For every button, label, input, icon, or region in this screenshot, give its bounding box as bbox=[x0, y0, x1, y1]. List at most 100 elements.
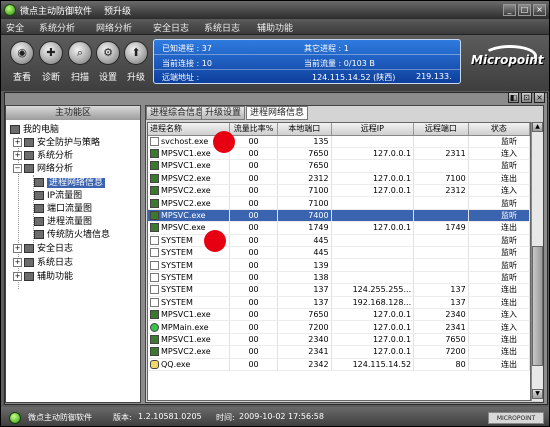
cell-remote-port: 2340 bbox=[413, 308, 469, 322]
menu-network-analysis[interactable]: 网络分析 bbox=[96, 21, 132, 34]
table-row[interactable]: MPSVC.exe 00 7400 监听 bbox=[148, 209, 530, 223]
tree-node-process-traffic[interactable]: 进程流量图 bbox=[34, 217, 92, 228]
traffic-ratio-text: 00 bbox=[248, 334, 259, 344]
upgrade-icon: ⬆ bbox=[124, 41, 148, 65]
expand-plus-icon[interactable]: + bbox=[13, 272, 22, 281]
scan-icon: ⌕ bbox=[68, 41, 92, 65]
remote-port-text: 2341 bbox=[445, 322, 466, 332]
scroll-down-icon[interactable]: ▼ bbox=[532, 389, 543, 399]
table-row[interactable]: SYSTEM 00 137 124.255.255... 137 连出 bbox=[148, 283, 530, 297]
tab-upgrade-settings[interactable]: 升级设置 bbox=[201, 106, 246, 120]
cell-remote-port bbox=[413, 258, 469, 272]
mpsvc-process-icon bbox=[150, 186, 159, 196]
table-row[interactable]: MPSVC2.exe 00 7100 127.0.0.1 2312 连入 bbox=[148, 184, 530, 198]
cell-status: 监听 bbox=[468, 258, 530, 272]
expand-plus-icon[interactable]: + bbox=[13, 138, 22, 147]
maximize-panel-icon[interactable]: ⊡ bbox=[521, 92, 532, 103]
cell-traffic-ratio: 00 bbox=[229, 345, 278, 359]
menu-system-analysis[interactable]: 系统分析 bbox=[39, 21, 75, 34]
table-row[interactable]: SYSTEM 00 139 监听 bbox=[148, 258, 530, 272]
scroll-up-icon[interactable]: ▲ bbox=[532, 122, 543, 132]
network-icon bbox=[24, 164, 34, 173]
tree-node-firewall-info[interactable]: 传统防火墙信息 bbox=[34, 230, 110, 241]
table-row[interactable]: MPSVC.exe 00 1749 127.0.0.1 1749 连出 bbox=[148, 221, 530, 235]
scroll-thumb[interactable] bbox=[532, 246, 543, 366]
minimize-button[interactable]: _ bbox=[503, 4, 516, 16]
table-row[interactable]: svchost.exe 00 135 监听 bbox=[148, 135, 530, 148]
status-text: 连出 bbox=[501, 347, 517, 357]
expand-plus-icon[interactable]: + bbox=[13, 151, 22, 160]
cell-remote-ip bbox=[331, 258, 415, 272]
table-row[interactable]: MPSVC1.exe 00 7650 127.0.0.1 2340 连入 bbox=[148, 308, 530, 322]
cell-local-port: 7650 bbox=[277, 308, 332, 322]
restore-panel-icon[interactable]: ◧ bbox=[508, 92, 519, 103]
menu-system-log[interactable]: 系统日志 bbox=[204, 21, 240, 34]
chart-icon bbox=[34, 191, 44, 200]
table-row[interactable]: MPSVC2.exe 00 2312 127.0.0.1 7100 连出 bbox=[148, 172, 530, 186]
process-name-text: MPSVC2.exe bbox=[161, 186, 211, 196]
expand-plus-icon[interactable]: + bbox=[13, 244, 22, 253]
tree-node-security-log[interactable]: + 安全日志 bbox=[13, 244, 73, 255]
pre-upgrade-link[interactable]: 预升级 bbox=[104, 4, 131, 17]
table-row[interactable]: SYSTEM 00 137 192.168.128... 137 连出 bbox=[148, 296, 530, 309]
cell-remote-port bbox=[413, 196, 469, 210]
table-row[interactable]: MPSVC2.exe 00 7100 监听 bbox=[148, 196, 530, 210]
expand-plus-icon[interactable]: + bbox=[13, 258, 22, 267]
cell-remote-port: 137 bbox=[413, 283, 469, 297]
status-text: 监听 bbox=[501, 272, 517, 282]
col-header-remote-ip[interactable]: 远程IP bbox=[331, 123, 415, 136]
mpmain-process-icon bbox=[150, 322, 159, 332]
cell-local-port: 7100 bbox=[277, 196, 332, 210]
col-header-local-port[interactable]: 本地端口 bbox=[277, 123, 332, 136]
table-row[interactable]: SYSTEM 00 445 监听 bbox=[148, 246, 530, 260]
menu-security-log[interactable]: 安全日志 bbox=[153, 21, 189, 34]
close-panel-icon[interactable]: × bbox=[534, 92, 545, 103]
table-row[interactable]: MPMain.exe 00 7200 127.0.0.1 2341 连入 bbox=[148, 320, 530, 334]
remote-address-value: 124.115.14.52 (陕西) bbox=[312, 73, 396, 82]
tree-node-port-traffic[interactable]: 端口流量图 bbox=[34, 204, 92, 215]
status-text: 监听 bbox=[501, 198, 517, 208]
mpsvc-process-icon bbox=[150, 149, 159, 159]
cell-remote-port: 80 bbox=[413, 358, 469, 371]
tree-node-system-log[interactable]: + 系统日志 bbox=[13, 258, 73, 269]
table-row[interactable]: QQ.exe 00 2342 124.115.14.52 80 连出 bbox=[148, 358, 530, 371]
logo-text: Micropoint bbox=[471, 53, 544, 67]
tree-node-process-network-info[interactable]: 进程网络信息 bbox=[34, 178, 106, 189]
tab-process-network[interactable]: 进程网络信息 bbox=[246, 106, 309, 120]
table-row[interactable]: MPSVC2.exe 00 2341 127.0.0.1 7200 连出 bbox=[148, 345, 530, 359]
tree-node-protection-policy[interactable]: + 安全防护与策略 bbox=[13, 138, 100, 149]
cell-remote-ip: 127.0.0.1 bbox=[331, 172, 415, 186]
tab-process-overview[interactable]: 进程综合信息 bbox=[146, 106, 209, 120]
traffic-ratio-text: 00 bbox=[248, 322, 259, 332]
menu-security[interactable]: 安全 bbox=[6, 21, 24, 34]
cell-process-name: MPMain.exe bbox=[148, 320, 231, 334]
tree-node-ip-traffic[interactable]: IP流量图 bbox=[34, 191, 82, 202]
close-button[interactable]: × bbox=[533, 4, 546, 16]
cell-traffic-ratio: 00 bbox=[229, 196, 278, 210]
vertical-scrollbar[interactable]: ▲ ▼ bbox=[531, 122, 543, 401]
status-text: 监听 bbox=[501, 136, 517, 146]
tree-node-system-analysis[interactable]: + 系统分析 bbox=[13, 151, 73, 162]
table-row[interactable]: MPSVC1.exe 00 7650 127.0.0.1 2311 连入 bbox=[148, 147, 530, 161]
local-port-text: 135 bbox=[313, 136, 329, 146]
col-header-status[interactable]: 状态 bbox=[468, 123, 530, 136]
tree-node-network-analysis[interactable]: − 网络分析 bbox=[13, 164, 73, 175]
col-header-remote-port[interactable]: 远程端口 bbox=[413, 123, 469, 136]
table-row[interactable]: MPSVC1.exe 00 2340 127.0.0.1 7650 连出 bbox=[148, 333, 530, 347]
system-process-icon bbox=[150, 297, 159, 307]
table-row[interactable]: MPSVC1.exe 00 7650 监听 bbox=[148, 159, 530, 173]
col-header-traffic-ratio[interactable]: 流量比率% bbox=[229, 123, 278, 136]
red-marker-dot bbox=[213, 131, 235, 153]
collapse-minus-icon[interactable]: − bbox=[13, 164, 22, 173]
maximize-button[interactable]: □ bbox=[518, 4, 531, 16]
process-name-text: SYSTEM bbox=[161, 248, 193, 258]
menu-aux-functions[interactable]: 辅助功能 bbox=[257, 21, 293, 34]
table-row[interactable]: SYSTEM 00 138 监听 bbox=[148, 271, 530, 285]
upgrade-button[interactable]: ⬆ 升级 bbox=[121, 41, 151, 87]
tree-node-my-computer[interactable]: 我的电脑 bbox=[10, 125, 59, 136]
cell-traffic-ratio: 00 bbox=[229, 320, 278, 334]
cell-process-name: QQ.exe bbox=[148, 358, 231, 371]
tree-node-aux-functions[interactable]: + 辅助功能 bbox=[13, 272, 73, 283]
process-name-text: svchost.exe bbox=[161, 136, 209, 146]
cell-remote-ip: 127.0.0.1 bbox=[331, 184, 415, 198]
